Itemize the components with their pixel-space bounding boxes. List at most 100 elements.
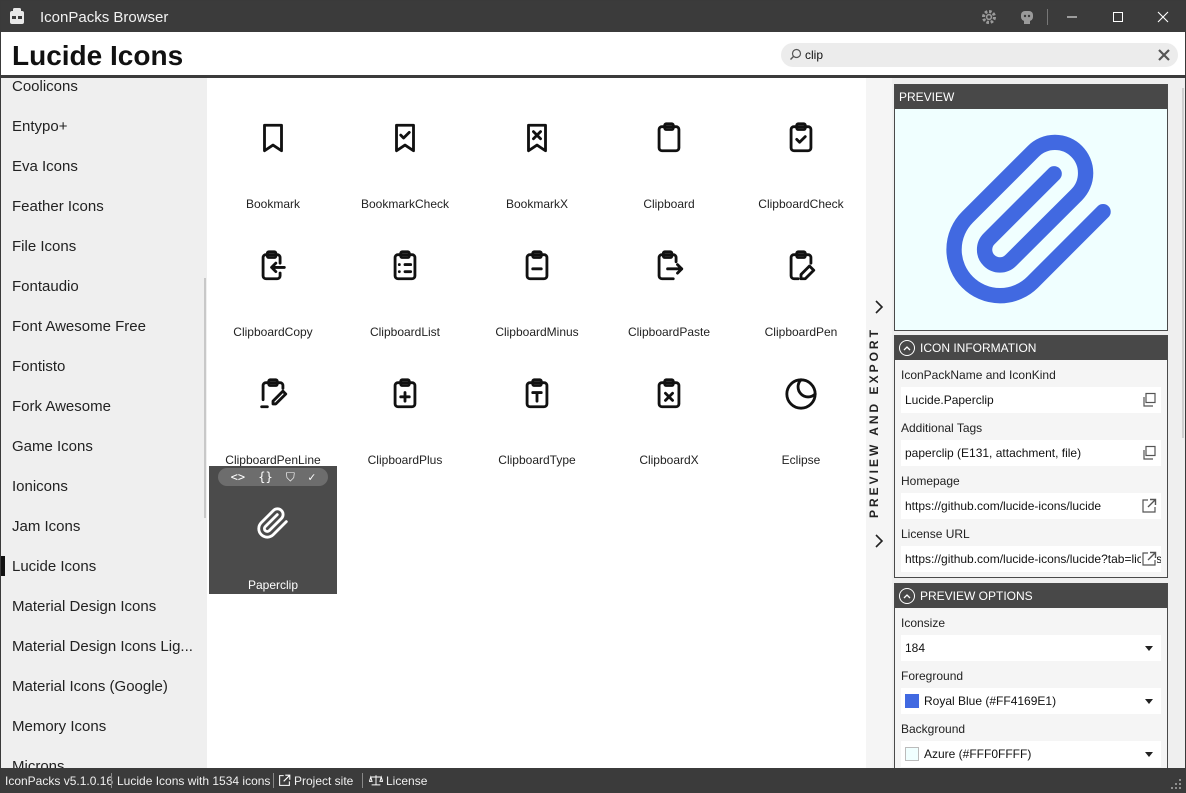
sidebar-item-file-icons[interactable]: File Icons <box>1 226 207 266</box>
icon-tile-clipboard-pen[interactable]: ClipboardPen <box>737 209 865 339</box>
icon-tile-clipboard-minus[interactable]: ClipboardMinus <box>473 209 601 339</box>
icon-tile-clipboard-paste[interactable]: ClipboardPaste <box>605 209 733 339</box>
copy-icon[interactable] <box>1141 445 1157 461</box>
paperclip-preview-icon <box>946 134 1111 304</box>
project-site-link[interactable]: Project site <box>278 774 353 788</box>
app-window: IconPacks Browser Lucide Icons clip Cool… <box>0 0 1186 793</box>
icon-tile-eclipse[interactable]: Eclipse <box>737 337 865 467</box>
license-link[interactable]: License <box>368 774 427 788</box>
header: Lucide Icons <box>1 32 1185 78</box>
external-link-icon[interactable] <box>1141 498 1157 514</box>
icon-tile-paperclip[interactable]: <> {} ⛉ ✓ Paperclip <box>209 466 337 594</box>
icon-tile-bookmark-x[interactable]: BookmarkX <box>473 81 601 211</box>
sidebar-item-label: Material Icons (Google) <box>12 677 168 695</box>
sidebar-item-feather-icons[interactable]: Feather Icons <box>1 186 207 226</box>
copy-icon[interactable] <box>1141 392 1157 408</box>
icon-tile-bookmark[interactable]: Bookmark <box>209 81 337 211</box>
window-title: IconPacks Browser <box>40 9 169 26</box>
icon-information-title: ICON INFORMATION <box>920 341 1037 355</box>
icon-tile-clipboard-type[interactable]: ClipboardType <box>473 337 601 467</box>
iconsize-select[interactable]: 184 <box>901 635 1161 661</box>
status-divider <box>362 773 363 788</box>
status-bar: IconPacks v5.1.0.16 Lucide Icons with 15… <box>1 768 1185 793</box>
icon-label: Paperclip <box>247 578 299 592</box>
external-link-icon[interactable] <box>1141 551 1157 567</box>
maximize-icon <box>1113 11 1123 22</box>
external-link-icon <box>279 774 291 786</box>
license-url-label: License URL <box>901 527 970 541</box>
sidebar-item-coolicons[interactable]: Coolicons <box>1 78 207 106</box>
icon-tile-clipboard-pen-line[interactable]: ClipboardPenLine <box>209 337 337 467</box>
dropdown-arrow-icon <box>1145 646 1153 651</box>
icon-tile-clipboard-x[interactable]: ClipboardX <box>605 337 733 467</box>
sidebar-item-material-icons-google[interactable]: Material Icons (Google) <box>1 666 207 706</box>
tags-field[interactable]: paperclip (E131, attachment, file) <box>901 440 1161 466</box>
resize-grip-icon[interactable] <box>1170 778 1182 790</box>
sidebar-item-eva-icons[interactable]: Eva Icons <box>1 146 207 186</box>
preview-options-header[interactable]: PREVIEW OPTIONS <box>895 584 1167 608</box>
bookmark-check-icon <box>395 123 415 153</box>
sidebar-item-label: Ionicons <box>12 477 68 495</box>
minimize-button[interactable] <box>1049 1 1095 32</box>
icon-label: ClipboardPenLine <box>225 453 321 467</box>
sidebar-item-label: Eva Icons <box>12 157 78 175</box>
sidebar-scrollbar[interactable] <box>204 278 206 518</box>
sidebar-item-fontisto[interactable]: Fontisto <box>1 346 207 386</box>
clipboard-pen-line-icon <box>260 378 288 409</box>
clear-search-icon[interactable] <box>1156 47 1172 63</box>
sidebar-item-entypo[interactable]: Entypo+ <box>1 106 207 146</box>
icon-tile-bookmark-check[interactable]: BookmarkCheck <box>341 81 469 211</box>
license-url-field[interactable]: https://github.com/lucide-icons/lucide?t… <box>901 546 1161 572</box>
icon-tile-clipboard[interactable]: Clipboard <box>605 81 733 211</box>
background-swatch <box>905 747 919 761</box>
icon-name-field[interactable]: Lucide.Paperclip <box>901 387 1161 413</box>
search-input[interactable] <box>805 47 1135 63</box>
github-button[interactable] <box>1015 5 1039 29</box>
sidebar-item-microns[interactable]: Microns <box>1 746 207 769</box>
icon-tile-clipboard-list[interactable]: ClipboardList <box>341 209 469 339</box>
close-button[interactable] <box>1140 1 1186 32</box>
collapse-icon <box>899 340 915 356</box>
sidebar-item-lucide-icons[interactable]: Lucide Icons <box>1 546 207 586</box>
preview-export-toggle[interactable]: PREVIEW AND EXPORT <box>866 78 892 768</box>
icon-tile-clipboard-copy[interactable]: ClipboardCopy <box>209 209 337 339</box>
icon-tile-clipboard-check[interactable]: ClipboardCheck <box>737 81 865 211</box>
details-scrollbar[interactable] <box>1182 88 1184 438</box>
copy-xaml-button[interactable]: <> <box>231 470 245 484</box>
sidebar-item-label: Font Awesome Free <box>12 317 146 335</box>
sidebar-item-label: Fontisto <box>12 357 66 375</box>
bookmark-x-icon <box>527 123 547 153</box>
clipboard-x-icon <box>657 378 681 409</box>
page-title: Lucide Icons <box>12 40 184 71</box>
background-select[interactable]: Azure (#FFF0FFFF) <box>901 741 1161 767</box>
maximize-button[interactable] <box>1095 1 1141 32</box>
sidebar-item-label: File Icons <box>12 237 77 255</box>
sidebar-item-memory-icons[interactable]: Memory Icons <box>1 706 207 746</box>
copy-name-button[interactable]: ✓ <box>308 470 315 484</box>
sidebar-item-font-awesome-free[interactable]: Font Awesome Free <box>1 306 207 346</box>
foreground-value: Royal Blue (#FF4169E1) <box>924 694 1057 708</box>
icon-information-header[interactable]: ICON INFORMATION <box>895 336 1167 360</box>
copy-svg-button[interactable]: ⛉ <box>286 470 295 485</box>
homepage-value: https://github.com/lucide-icons/lucide <box>905 499 1102 513</box>
sidebar-item-ionicons[interactable]: Ionicons <box>1 466 207 506</box>
sidebar-item-label: Fontaudio <box>12 277 79 295</box>
clipboard-icon <box>657 122 681 153</box>
sidebar-item-fontaudio[interactable]: Fontaudio <box>1 266 207 306</box>
icon-tile-clipboard-plus[interactable]: ClipboardPlus <box>341 337 469 467</box>
homepage-field[interactable]: https://github.com/lucide-icons/lucide <box>901 493 1161 519</box>
foreground-swatch <box>905 694 919 708</box>
sidebar-item-material-design-icons-light[interactable]: Material Design Icons Lig... <box>1 626 207 666</box>
sidebar-item-jam-icons[interactable]: Jam Icons <box>1 506 207 546</box>
copy-json-button[interactable]: {} <box>258 470 272 484</box>
license-url-value: https://github.com/lucide-icons/lucide?t… <box>905 552 1161 566</box>
search-box[interactable] <box>781 43 1178 67</box>
sidebar-item-game-icons[interactable]: Game Icons <box>1 426 207 466</box>
settings-button[interactable] <box>977 5 1001 29</box>
foreground-select[interactable]: Royal Blue (#FF4169E1) <box>901 688 1161 714</box>
icon-name-label: IconPackName and IconKind <box>901 368 1056 382</box>
sidebar-item-fork-awesome[interactable]: Fork Awesome <box>1 386 207 426</box>
search-icon <box>790 48 802 60</box>
clipboard-copy-icon <box>261 250 286 281</box>
sidebar-item-material-design-icons[interactable]: Material Design Icons <box>1 586 207 626</box>
